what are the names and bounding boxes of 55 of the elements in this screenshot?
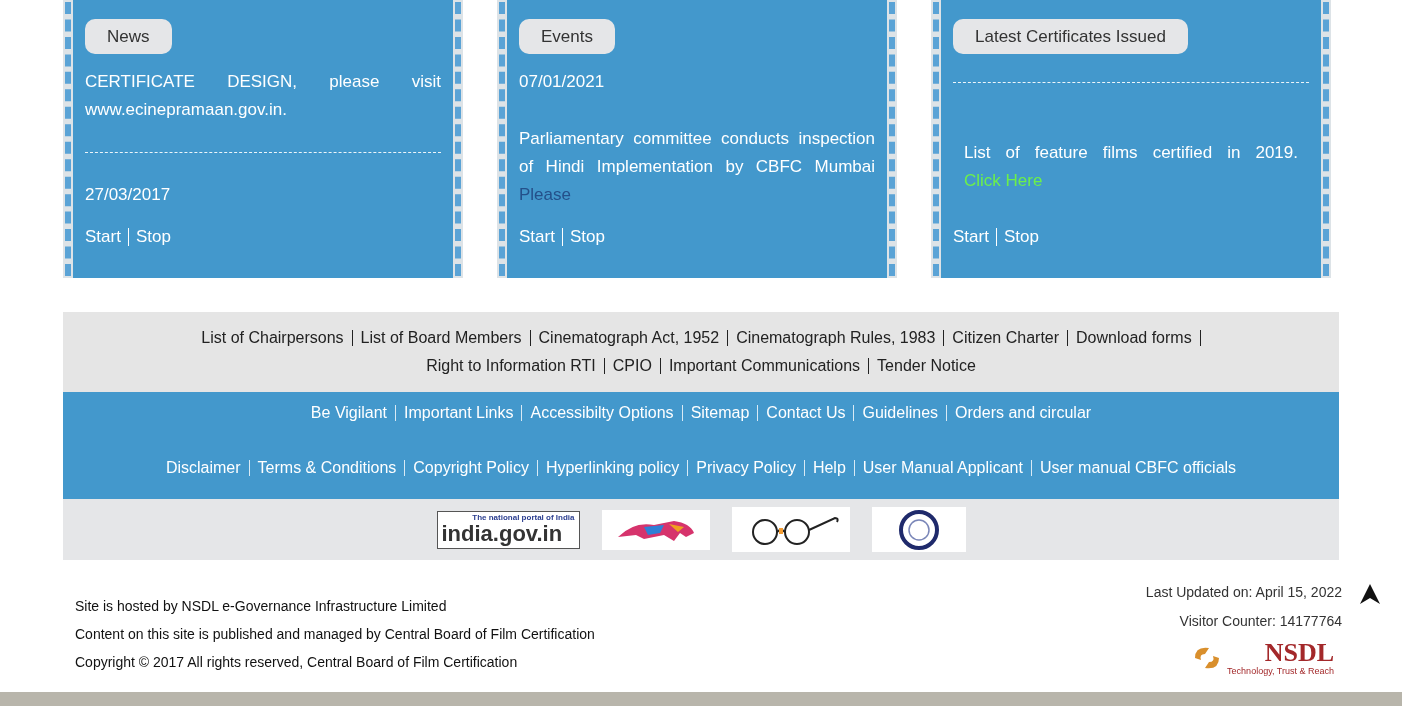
footer-link[interactable]: Copyright Policy [413,454,529,482]
announcement-link[interactable]: Click Here [964,171,1043,190]
footer-link[interactable]: Contact Us [766,399,846,427]
panel-title: Latest Certificates Issued [953,19,1188,54]
footer-info-text: Copyright © 2017 All rights reserved, Central Board of Film Certification [75,653,519,672]
footer-link[interactable]: Important Communications [668,352,861,380]
announcement-link[interactable]: Please [519,184,571,204]
india-portal-logo[interactable]: The national portal of India india.gov.in [436,510,580,549]
footer-link[interactable]: Accessibilty Options [530,399,674,427]
footer-link[interactable]: CPIO [612,352,652,380]
logo-text: NSDL [1264,640,1334,666]
footer-link[interactable]: Download forms [1076,324,1192,352]
footer-link[interactable]: Privacy Policy [696,454,796,482]
ticker-control-link[interactable]: Start [953,223,989,251]
footer-link[interactable]: Be Vigilant [310,399,388,427]
footer-link[interactable]: Orders and circular [955,399,1092,427]
panel-title: News [85,19,172,54]
visitor-counter-text: Visitor Counter: 14177764 [1179,612,1342,631]
ticker-control-link[interactable]: Start [519,223,555,251]
footer-link[interactable]: Disclaimer [165,454,241,482]
date-text: 27/03/2017 [85,184,172,206]
footer-link[interactable]: Guidelines [862,399,939,427]
lion-logo[interactable] [601,509,710,550]
footer-link[interactable]: Hyperlinking policy [545,454,680,482]
announcement-text: CERTIFICATE DESIGN, please visit www.ecinepramaan.gov.in. [85,71,441,121]
footer-link[interactable]: Important Links [404,399,514,427]
footer-link[interactable]: Right to Information RTI [426,352,596,380]
footer-link[interactable]: Cinematograph Rules, 1983 [736,324,936,352]
footer-link[interactable]: Tender Notice [877,352,976,380]
logo-text: india.gov.in [441,522,563,546]
ticker-control-link[interactable]: Start [85,223,121,251]
panel-title: Events [519,19,615,54]
footer-info-text: Content on this site is published and managed by Central Board of Film Certification [75,625,595,644]
date-text: 07/01/2021 [519,71,606,94]
back-to-top-arrow-icon[interactable] [1358,582,1382,606]
footer-link[interactable]: Cinematograph Act, 1952 [538,324,720,352]
announcement-text: List of feature films certified in 2019. Click Here [963,142,1299,192]
footer-link[interactable]: Help [812,454,846,482]
logo-tagline: The national portal of India [472,513,575,522]
logo-tagline: Technology, Trust & Reach [1227,666,1334,676]
footer-link[interactable]: List of Board Members [360,324,522,352]
ticker-control-link[interactable]: Stop [569,223,605,251]
footer-link[interactable]: Terms & Conditions [257,454,397,482]
footer-link[interactable]: Sitemap [690,399,750,427]
seal-logo[interactable] [871,507,966,552]
glasses-logo[interactable] [731,507,850,552]
footer-link[interactable]: User Manual Applicant [862,454,1023,482]
announcement-text: Parliamentary committee conducts inspection of Hindi Implementation by CBFC Mumbai Please [519,127,875,206]
footer-link[interactable]: Citizen Charter [952,324,1060,352]
last-updated-text: Last Updated on: April 15, 2022 [1145,583,1342,602]
ticker-control-link[interactable]: Stop [135,223,171,251]
footer-link[interactable]: User manual CBFC officials [1039,454,1237,482]
footer-info-text: Site is hosted by NSDL e-Governance Infrastructure Limited [75,597,448,616]
footer-link[interactable]: List of Chairpersons [201,324,344,352]
ticker-control-link[interactable]: Stop [1003,223,1039,251]
